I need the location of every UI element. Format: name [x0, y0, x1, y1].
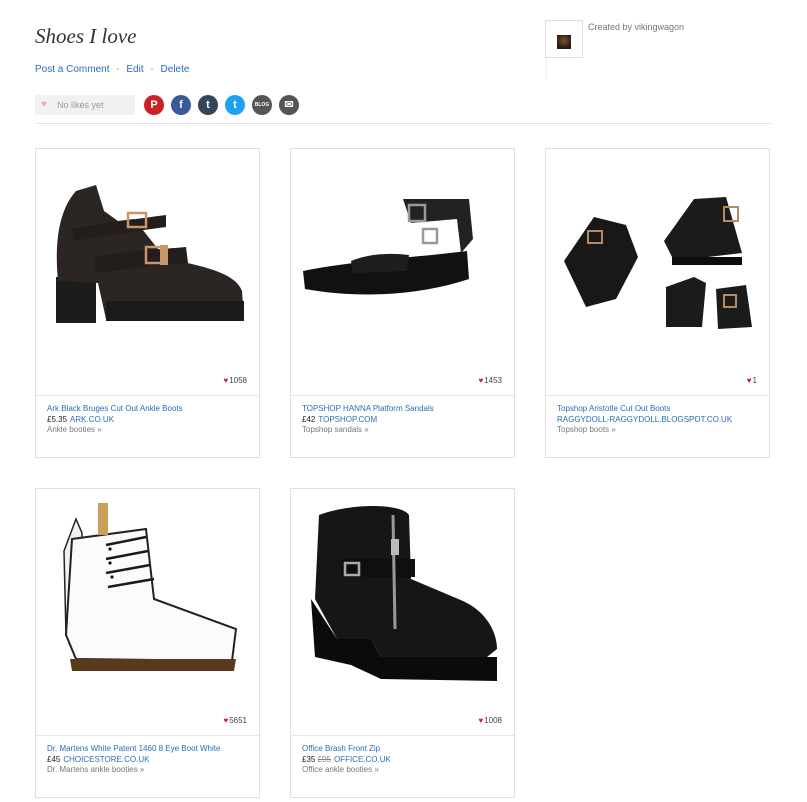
- category-link[interactable]: Topshop boots »: [557, 425, 762, 436]
- product-price-line: £5.35 ARK.CO.UK: [47, 415, 252, 426]
- product-card[interactable]: ♥1058 Ark Black Bruges Cut Out Ankle Boo…: [35, 148, 260, 458]
- avatar-divider: [546, 58, 547, 80]
- product-price: £5.35: [47, 414, 68, 424]
- category-link[interactable]: Dr. Martens ankle booties »: [47, 765, 252, 776]
- like-count-value: 1453: [484, 376, 502, 385]
- delete-link[interactable]: Delete: [161, 64, 190, 75]
- card-divider: [36, 395, 259, 396]
- page-title: Shoes I love: [35, 24, 137, 48]
- card-divider: [291, 735, 514, 736]
- likes-label: No likes yet: [57, 100, 104, 110]
- product-card[interactable]: ♥1453 TOPSHOP HANNA Platform Sandals £42…: [290, 148, 515, 458]
- avatar[interactable]: [545, 20, 583, 80]
- heart-icon: ♥: [223, 716, 229, 725]
- product-card[interactable]: ♥5651 Dr. Martens White Patent 1460 8 Ey…: [35, 488, 260, 798]
- category-link[interactable]: Ankle booties »: [47, 425, 252, 436]
- product-price-line: £42 TOPSHOP.COM: [302, 415, 507, 426]
- post-comment-link[interactable]: Post a Comment: [35, 64, 109, 75]
- board-actions: Post a Comment - Edit - Delete: [35, 64, 189, 75]
- product-image[interactable]: [546, 149, 769, 371]
- avatar-image: [557, 35, 571, 49]
- category-link[interactable]: Office ankle booties »: [302, 765, 507, 776]
- action-separator: -: [150, 64, 154, 75]
- heart-icon: ♥: [746, 376, 752, 385]
- product-name-link[interactable]: Topshop Aristotle Cut Out Boots: [557, 404, 762, 415]
- like-count-value: 1058: [229, 376, 247, 385]
- product-price-line: £35 £95 OFFICE.CO.UK: [302, 755, 507, 766]
- product-image[interactable]: [291, 149, 514, 371]
- product-name-link[interactable]: Dr. Martens White Patent 1460 8 Eye Boot…: [47, 744, 252, 755]
- product-card[interactable]: ♥1008 Office Brash Front Zip £35 £95 OFFI…: [290, 488, 515, 798]
- store-link[interactable]: CHOICESTORE.CO.UK: [63, 755, 149, 764]
- blog-icon[interactable]: BLOG: [252, 95, 272, 115]
- product-price: £35: [302, 754, 316, 764]
- like-count[interactable]: ♥1453: [478, 376, 502, 385]
- product-price: £42: [302, 414, 316, 424]
- pinterest-icon[interactable]: P: [144, 95, 164, 115]
- tumblr-icon[interactable]: t: [198, 95, 218, 115]
- twitter-icon[interactable]: t: [225, 95, 245, 115]
- like-count[interactable]: ♥5651: [223, 716, 247, 725]
- product-image[interactable]: [36, 489, 259, 711]
- email-icon[interactable]: ✉: [279, 95, 299, 115]
- product-info: Ark Black Bruges Cut Out Ankle Boots £5.…: [47, 404, 252, 436]
- store-link[interactable]: OFFICE.CO.UK: [334, 755, 391, 764]
- heart-icon: ♥: [41, 99, 47, 110]
- like-button[interactable]: ♥ No likes yet: [35, 95, 135, 115]
- product-info: TOPSHOP HANNA Platform Sandals £42 TOPSHO…: [302, 404, 507, 436]
- store-link[interactable]: ARK.CO.UK: [70, 415, 114, 424]
- product-name-link[interactable]: Office Brash Front Zip: [302, 744, 507, 755]
- product-price: £45: [47, 754, 61, 764]
- like-count[interactable]: ♥1: [747, 376, 757, 385]
- edit-link[interactable]: Edit: [126, 64, 143, 75]
- card-divider: [546, 395, 769, 396]
- original-price: £95: [317, 754, 331, 764]
- store-link[interactable]: RAGGYDOLL-RAGGYDOLL.BLOGSPOT.CO.UK: [557, 415, 732, 424]
- product-info: Topshop Aristotle Cut Out Boots RAGGYDOL…: [557, 404, 762, 436]
- like-count[interactable]: ♥1058: [223, 376, 247, 385]
- heart-icon: ♥: [478, 716, 484, 725]
- product-price-line: RAGGYDOLL-RAGGYDOLL.BLOGSPOT.CO.UK: [557, 415, 762, 426]
- product-name-link[interactable]: TOPSHOP HANNA Platform Sandals: [302, 404, 507, 415]
- like-count-value: 1: [752, 376, 757, 385]
- facebook-icon[interactable]: f: [171, 95, 191, 115]
- product-info: Dr. Martens White Patent 1460 8 Eye Boot…: [47, 744, 252, 776]
- product-info: Office Brash Front Zip £35 £95 OFFICE.CO.…: [302, 744, 507, 776]
- category-link[interactable]: Topshop sandals »: [302, 425, 507, 436]
- like-count-value: 5651: [229, 716, 247, 725]
- product-image[interactable]: [291, 489, 514, 711]
- heart-icon: ♥: [223, 376, 229, 385]
- product-card[interactable]: ♥1 Topshop Aristotle Cut Out Boots RAGGY…: [545, 148, 770, 458]
- created-by-text: Created by vikingwagon: [588, 22, 685, 32]
- store-link[interactable]: TOPSHOP.COM: [318, 415, 377, 424]
- header-divider: [35, 123, 771, 124]
- card-divider: [291, 395, 514, 396]
- heart-icon: ♥: [478, 376, 484, 385]
- action-separator: -: [116, 64, 120, 75]
- product-name-link[interactable]: Ark Black Bruges Cut Out Ankle Boots: [47, 404, 252, 415]
- like-count-value: 1008: [484, 716, 502, 725]
- product-image[interactable]: [36, 149, 259, 371]
- card-divider: [36, 735, 259, 736]
- like-count[interactable]: ♥1008: [478, 716, 502, 725]
- product-price-line: £45 CHOICESTORE.CO.UK: [47, 755, 252, 766]
